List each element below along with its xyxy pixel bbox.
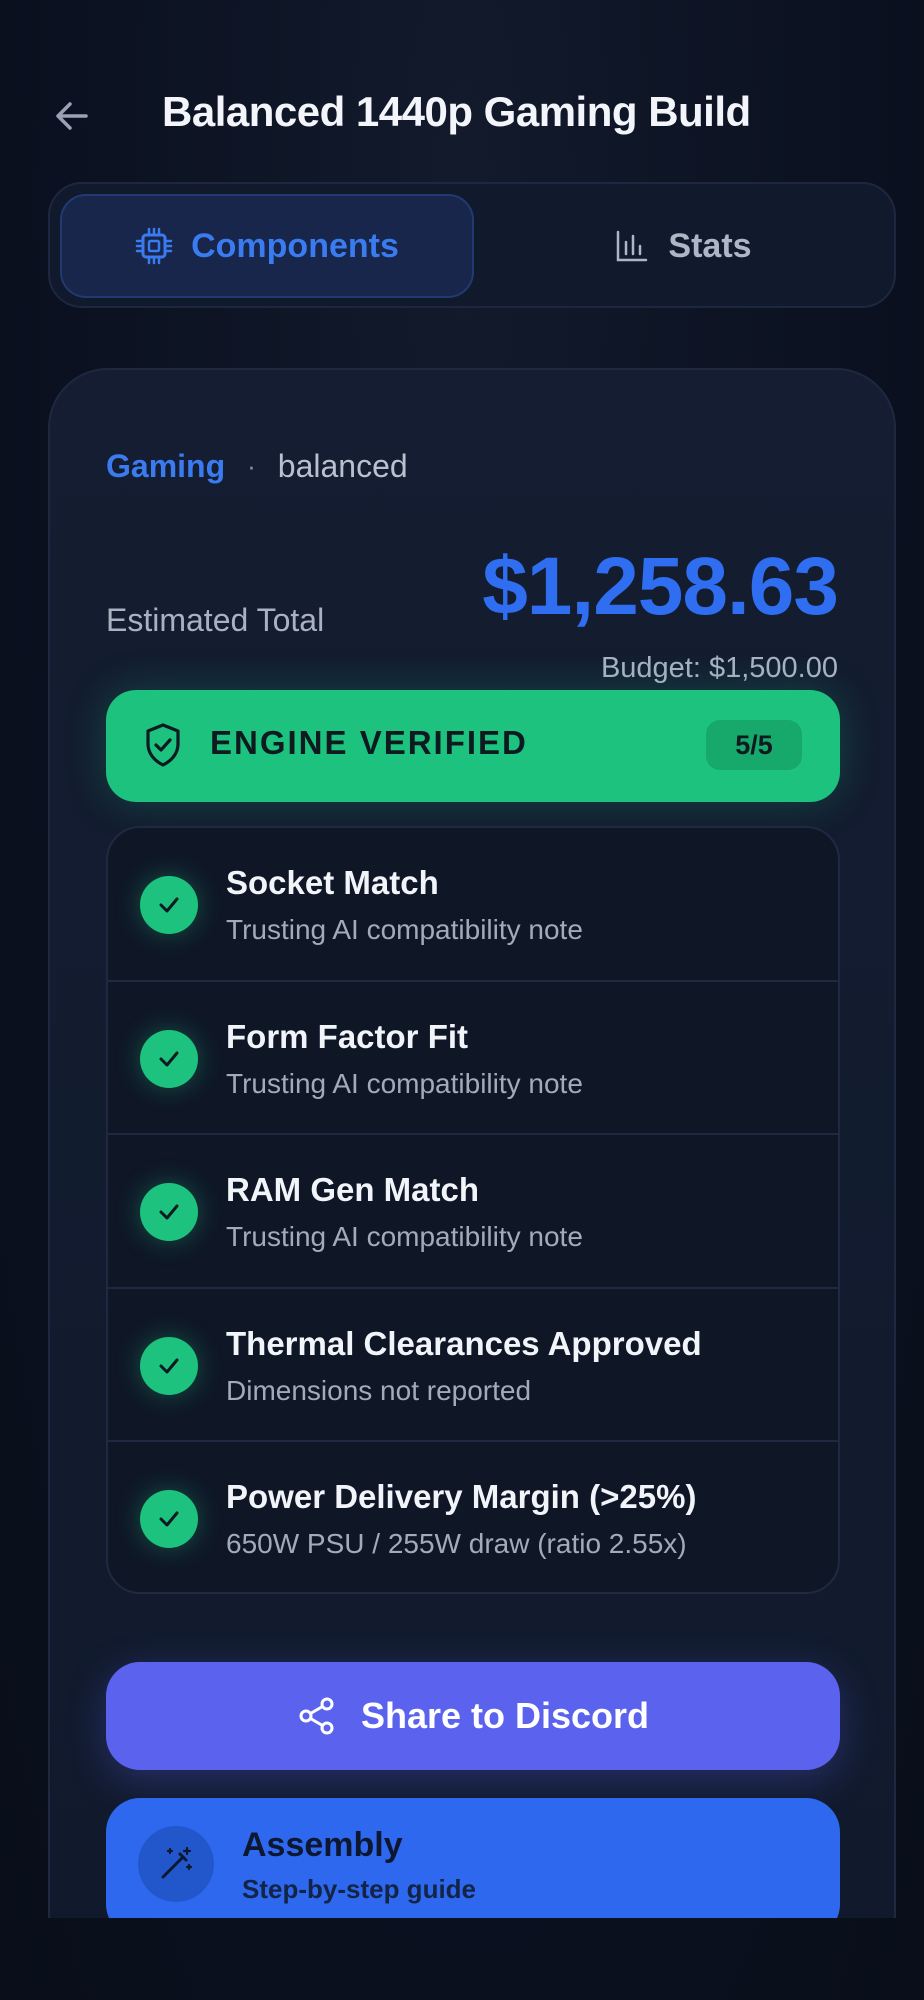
checkmark-icon [140,1490,198,1549]
style-label: balanced [277,448,408,484]
check-item-ram-gen: RAM Gen Match Trusting AI compatibility … [108,1135,838,1289]
check-subtitle: Dimensions not reported [226,1374,532,1406]
check-subtitle: Trusting AI compatibility note [226,1221,583,1253]
header: Balanced 1440p Gaming Build [0,78,924,150]
tab-bar: Components Stats [48,182,896,308]
category-label: Gaming [106,448,226,484]
magic-wand-icon [138,1826,214,1902]
tab-stats-label: Stats [668,226,752,265]
check-title: Form Factor Fit [226,1017,469,1055]
check-subtitle: Trusting AI compatibility note [226,914,583,945]
back-button[interactable] [48,92,96,140]
checkmark-icon [140,1029,198,1088]
check-title: Power Delivery Margin (>25%) [226,1478,697,1516]
bar-chart-icon [617,230,648,262]
total-amount: $1,258.63 [482,541,839,632]
compatibility-checklist: Socket Match Trusting AI compatibility n… [106,826,840,1594]
shield-check-icon [144,722,182,768]
share-icon [299,1697,334,1735]
tab-components-label: Components [191,226,399,265]
check-item-power: Power Delivery Margin (>25%) 650W PSU / … [108,1442,838,1592]
build-summary-card: Gaming · balanced Estimated Total $1,258… [48,368,896,1918]
check-item-form-factor: Form Factor Fit Trusting AI compatibilit… [108,982,838,1136]
assembly-title: Assembly [242,1826,403,1864]
assembly-subtitle: Step-by-step guide [242,1874,477,1904]
verified-count-badge: 5/5 [706,720,802,770]
build-detail-screen: Balanced 1440p Gaming Build Components S… [0,0,924,2000]
meta-separator: · [247,451,256,481]
check-title: Socket Match [226,864,439,901]
check-subtitle: 650W PSU / 255W draw (ratio 2.55x) [226,1528,687,1560]
assembly-guide-button[interactable]: Assembly Step-by-step guide [106,1798,840,1918]
total-label: Estimated Total [106,602,325,638]
budget-label: Budget: $1,500.00 [600,652,838,684]
cpu-chip-icon [135,227,173,265]
check-title: Thermal Clearances Approved [226,1324,702,1362]
build-meta: Gaming · balanced [106,448,408,485]
checkmark-icon [140,1336,198,1395]
page-title: Balanced 1440p Gaming Build [162,88,751,135]
tab-components[interactable]: Components [60,194,474,298]
tab-stats[interactable]: Stats [480,194,886,298]
share-button-label: Share to Discord [360,1695,650,1736]
verified-label: ENGINE VERIFIED [210,724,528,761]
arrow-left-icon [56,102,88,130]
share-to-discord-button[interactable]: Share to Discord [106,1662,840,1770]
check-subtitle: Trusting AI compatibility note [226,1067,583,1099]
check-title: RAM Gen Match [226,1171,480,1209]
check-item-socket: Socket Match Trusting AI compatibility n… [108,828,838,982]
check-item-thermal: Thermal Clearances Approved Dimensions n… [108,1289,838,1443]
engine-verified-banner: ENGINE VERIFIED 5/5 [106,690,840,802]
checkmark-icon [140,876,198,934]
checkmark-icon [140,1183,198,1242]
